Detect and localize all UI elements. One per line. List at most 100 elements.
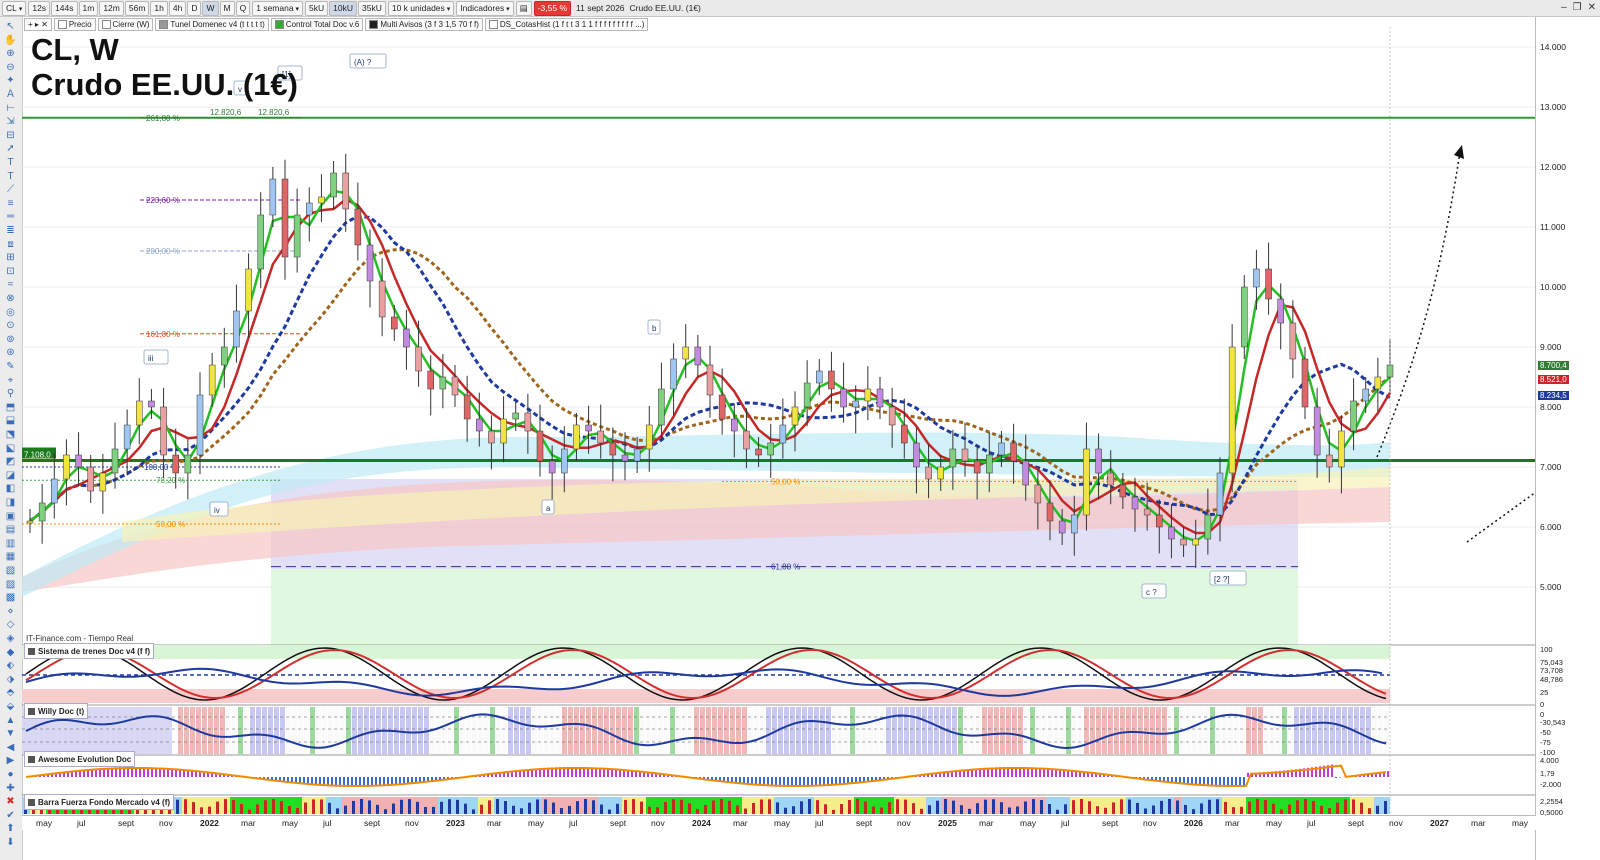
volume-5kU[interactable]: 5kU (305, 0, 329, 16)
tool-icon-33[interactable]: ◪ (3, 470, 18, 482)
tool-icon-43[interactable]: ⋄ (3, 606, 18, 618)
tool-icon-6[interactable]: ⊢ (3, 103, 18, 115)
tool-icon-9[interactable]: ➚ (3, 143, 18, 155)
tool-icon-35[interactable]: ◨ (3, 497, 18, 509)
timeframe-M[interactable]: M (219, 0, 235, 16)
tool-icon-48[interactable]: ⬗ (3, 674, 18, 686)
tool-icon-41[interactable]: ▨ (3, 579, 18, 591)
tool-icon-26[interactable]: ⌖ (3, 375, 18, 387)
tool-icon-44[interactable]: ◇ (3, 619, 18, 631)
tool-icon-39[interactable]: ▦ (3, 551, 18, 563)
close-icon[interactable]: ✕ (1588, 2, 1596, 13)
volume-35kU[interactable]: 35kU (358, 0, 386, 16)
tool-icon-53[interactable]: ◀ (3, 742, 18, 754)
minimize-icon[interactable]: – (1561, 2, 1567, 13)
tool-icon-38[interactable]: ▥ (3, 538, 18, 550)
tool-icon-28[interactable]: ⬒ (3, 402, 18, 414)
tool-icon-5[interactable]: Ａ (3, 89, 18, 101)
tool-icon-50[interactable]: ⬙ (3, 701, 18, 713)
tool-icon-13[interactable]: ≡ (3, 198, 18, 210)
study-1[interactable]: Cierre (W) (97, 18, 154, 31)
tool-icon-30[interactable]: ⬔ (3, 429, 18, 441)
timeframe-12s[interactable]: 12s (28, 0, 51, 16)
tool-icon-40[interactable]: ▧ (3, 565, 18, 577)
timeframe-12m[interactable]: 12m (99, 0, 124, 16)
p4-bar (824, 804, 827, 814)
tool-icon-15[interactable]: ≣ (3, 225, 18, 237)
tool-icon-31[interactable]: ⬕ (3, 443, 18, 455)
panel-label-trenes[interactable]: Sistema de trenes Doc v4 (f f) (24, 643, 155, 659)
tool-icon-0[interactable]: ↖ (3, 21, 18, 33)
tool-icon-11[interactable]: T (3, 171, 18, 183)
tool-icon-57[interactable]: ✖ (3, 796, 18, 808)
tool-icon-46[interactable]: ◆ (3, 647, 18, 659)
fib-label: 223,60 % (146, 196, 180, 205)
tool-icon-60[interactable]: ⬇ (3, 837, 18, 849)
tool-icon-49[interactable]: ⬘ (3, 687, 18, 699)
tool-icon-16[interactable]: ⧈ (3, 239, 18, 251)
tool-icon-42[interactable]: ▩ (3, 592, 18, 604)
chart-canvas[interactable]: 261,80 %223,60 %200,00 %161,80 %100,00 %… (22, 17, 1536, 843)
study-3[interactable]: Control Total Doc v.6 (270, 18, 364, 31)
tool-icon-32[interactable]: ◩ (3, 456, 18, 468)
tool-icon-54[interactable]: ▶ (3, 755, 18, 767)
tool-icon-27[interactable]: ⚲ (3, 388, 18, 400)
tool-icon-59[interactable]: ⬆ (3, 823, 18, 835)
study-5[interactable]: DS_CotasHist (1 f t t 3 1 1 f f f f f f … (484, 18, 649, 31)
tool-icon-23[interactable]: ⊚ (3, 334, 18, 346)
p2-stripe (958, 707, 963, 754)
tool-icon-1[interactable]: ✋ (3, 35, 18, 47)
tool-icon-25[interactable]: ✎ (3, 361, 18, 373)
panel-label-barra[interactable]: Barra Fuerza Fondo Mercado v4 (f) (24, 794, 175, 810)
tool-icon-21[interactable]: ◎ (3, 307, 18, 319)
timeframe-Q[interactable]: Q (235, 0, 251, 16)
tool-icon-20[interactable]: ⊗ (3, 293, 18, 305)
price-axis[interactable]: 14.000 13.000 12.000 11.000 10.000 9.000 8.000… (1535, 17, 1600, 860)
tool-icon-8[interactable]: ⊟ (3, 130, 18, 142)
tool-icon-51[interactable]: ▲ (3, 715, 18, 727)
tool-icon-17[interactable]: ⊞ (3, 252, 18, 264)
tool-icon-22[interactable]: ⊙ (3, 320, 18, 332)
timeframe-56m[interactable]: 56m (124, 0, 150, 16)
timeframe-1h[interactable]: 1h (150, 0, 168, 16)
timeframe-4h[interactable]: 4h (168, 0, 187, 16)
tool-icon-55[interactable]: ● (3, 769, 18, 781)
tool-icon-14[interactable]: ═ (3, 211, 18, 223)
legend-controls[interactable]: + ▸ ✕ (24, 18, 52, 31)
tool-icon-34[interactable]: ◧ (3, 483, 18, 495)
panel-label-willy[interactable]: Willy Doc (t) (24, 703, 89, 719)
study-2[interactable]: Tunel Domenec v4 (t t t t t) (155, 18, 269, 31)
symbol-selector[interactable]: CL (2, 0, 27, 16)
chart-icon[interactable]: ▤ (515, 0, 532, 16)
units-selector[interactable]: 10 k unidades (387, 0, 455, 16)
tool-icon-29[interactable]: ⬓ (3, 415, 18, 427)
tool-icon-56[interactable]: ✚ (3, 783, 18, 795)
period-selector[interactable]: 1 semana (252, 0, 304, 16)
study-0[interactable]: Precio (53, 18, 96, 31)
tool-icon-12[interactable]: ⟋ (3, 184, 18, 196)
tool-icon-37[interactable]: ▤ (3, 524, 18, 536)
timeframe-1m[interactable]: 1m (78, 0, 99, 16)
tool-icon-19[interactable]: ≈ (3, 279, 18, 291)
time-axis[interactable]: may jul sept nov 2022 mar may jul sept nov 2023 mar… (22, 815, 1536, 830)
tool-icon-10[interactable]: T (3, 157, 18, 169)
tool-icon-2[interactable]: ⊕ (3, 48, 18, 60)
tool-icon-45[interactable]: ◈ (3, 633, 18, 645)
tool-icon-52[interactable]: ▼ (3, 728, 18, 740)
tool-icon-3[interactable]: ⊖ (3, 62, 18, 74)
study-4[interactable]: Multi Avisos (3 f 3 1,5 70 f f) (365, 18, 483, 31)
tool-icon-58[interactable]: ✔ (3, 810, 18, 822)
timeframe-D[interactable]: D (187, 0, 202, 16)
volume-10kU[interactable]: 10kU (329, 0, 358, 16)
tool-icon-4[interactable]: ✦ (3, 75, 18, 87)
timeframe-W[interactable]: W (202, 0, 219, 16)
indicators-button[interactable]: Indicadores (456, 0, 514, 16)
tool-icon-7[interactable]: ⇲ (3, 116, 18, 128)
tool-icon-47[interactable]: ⬖ (3, 660, 18, 672)
panel-label-awesome[interactable]: Awesome Evolution Doc (24, 751, 136, 767)
timeframe-144s[interactable]: 144s (51, 0, 78, 16)
tool-icon-36[interactable]: ▣ (3, 511, 18, 523)
restore-icon[interactable]: ❐ (1573, 2, 1582, 13)
tool-icon-18[interactable]: ⊡ (3, 266, 18, 278)
tool-icon-24[interactable]: ⊛ (3, 347, 18, 359)
